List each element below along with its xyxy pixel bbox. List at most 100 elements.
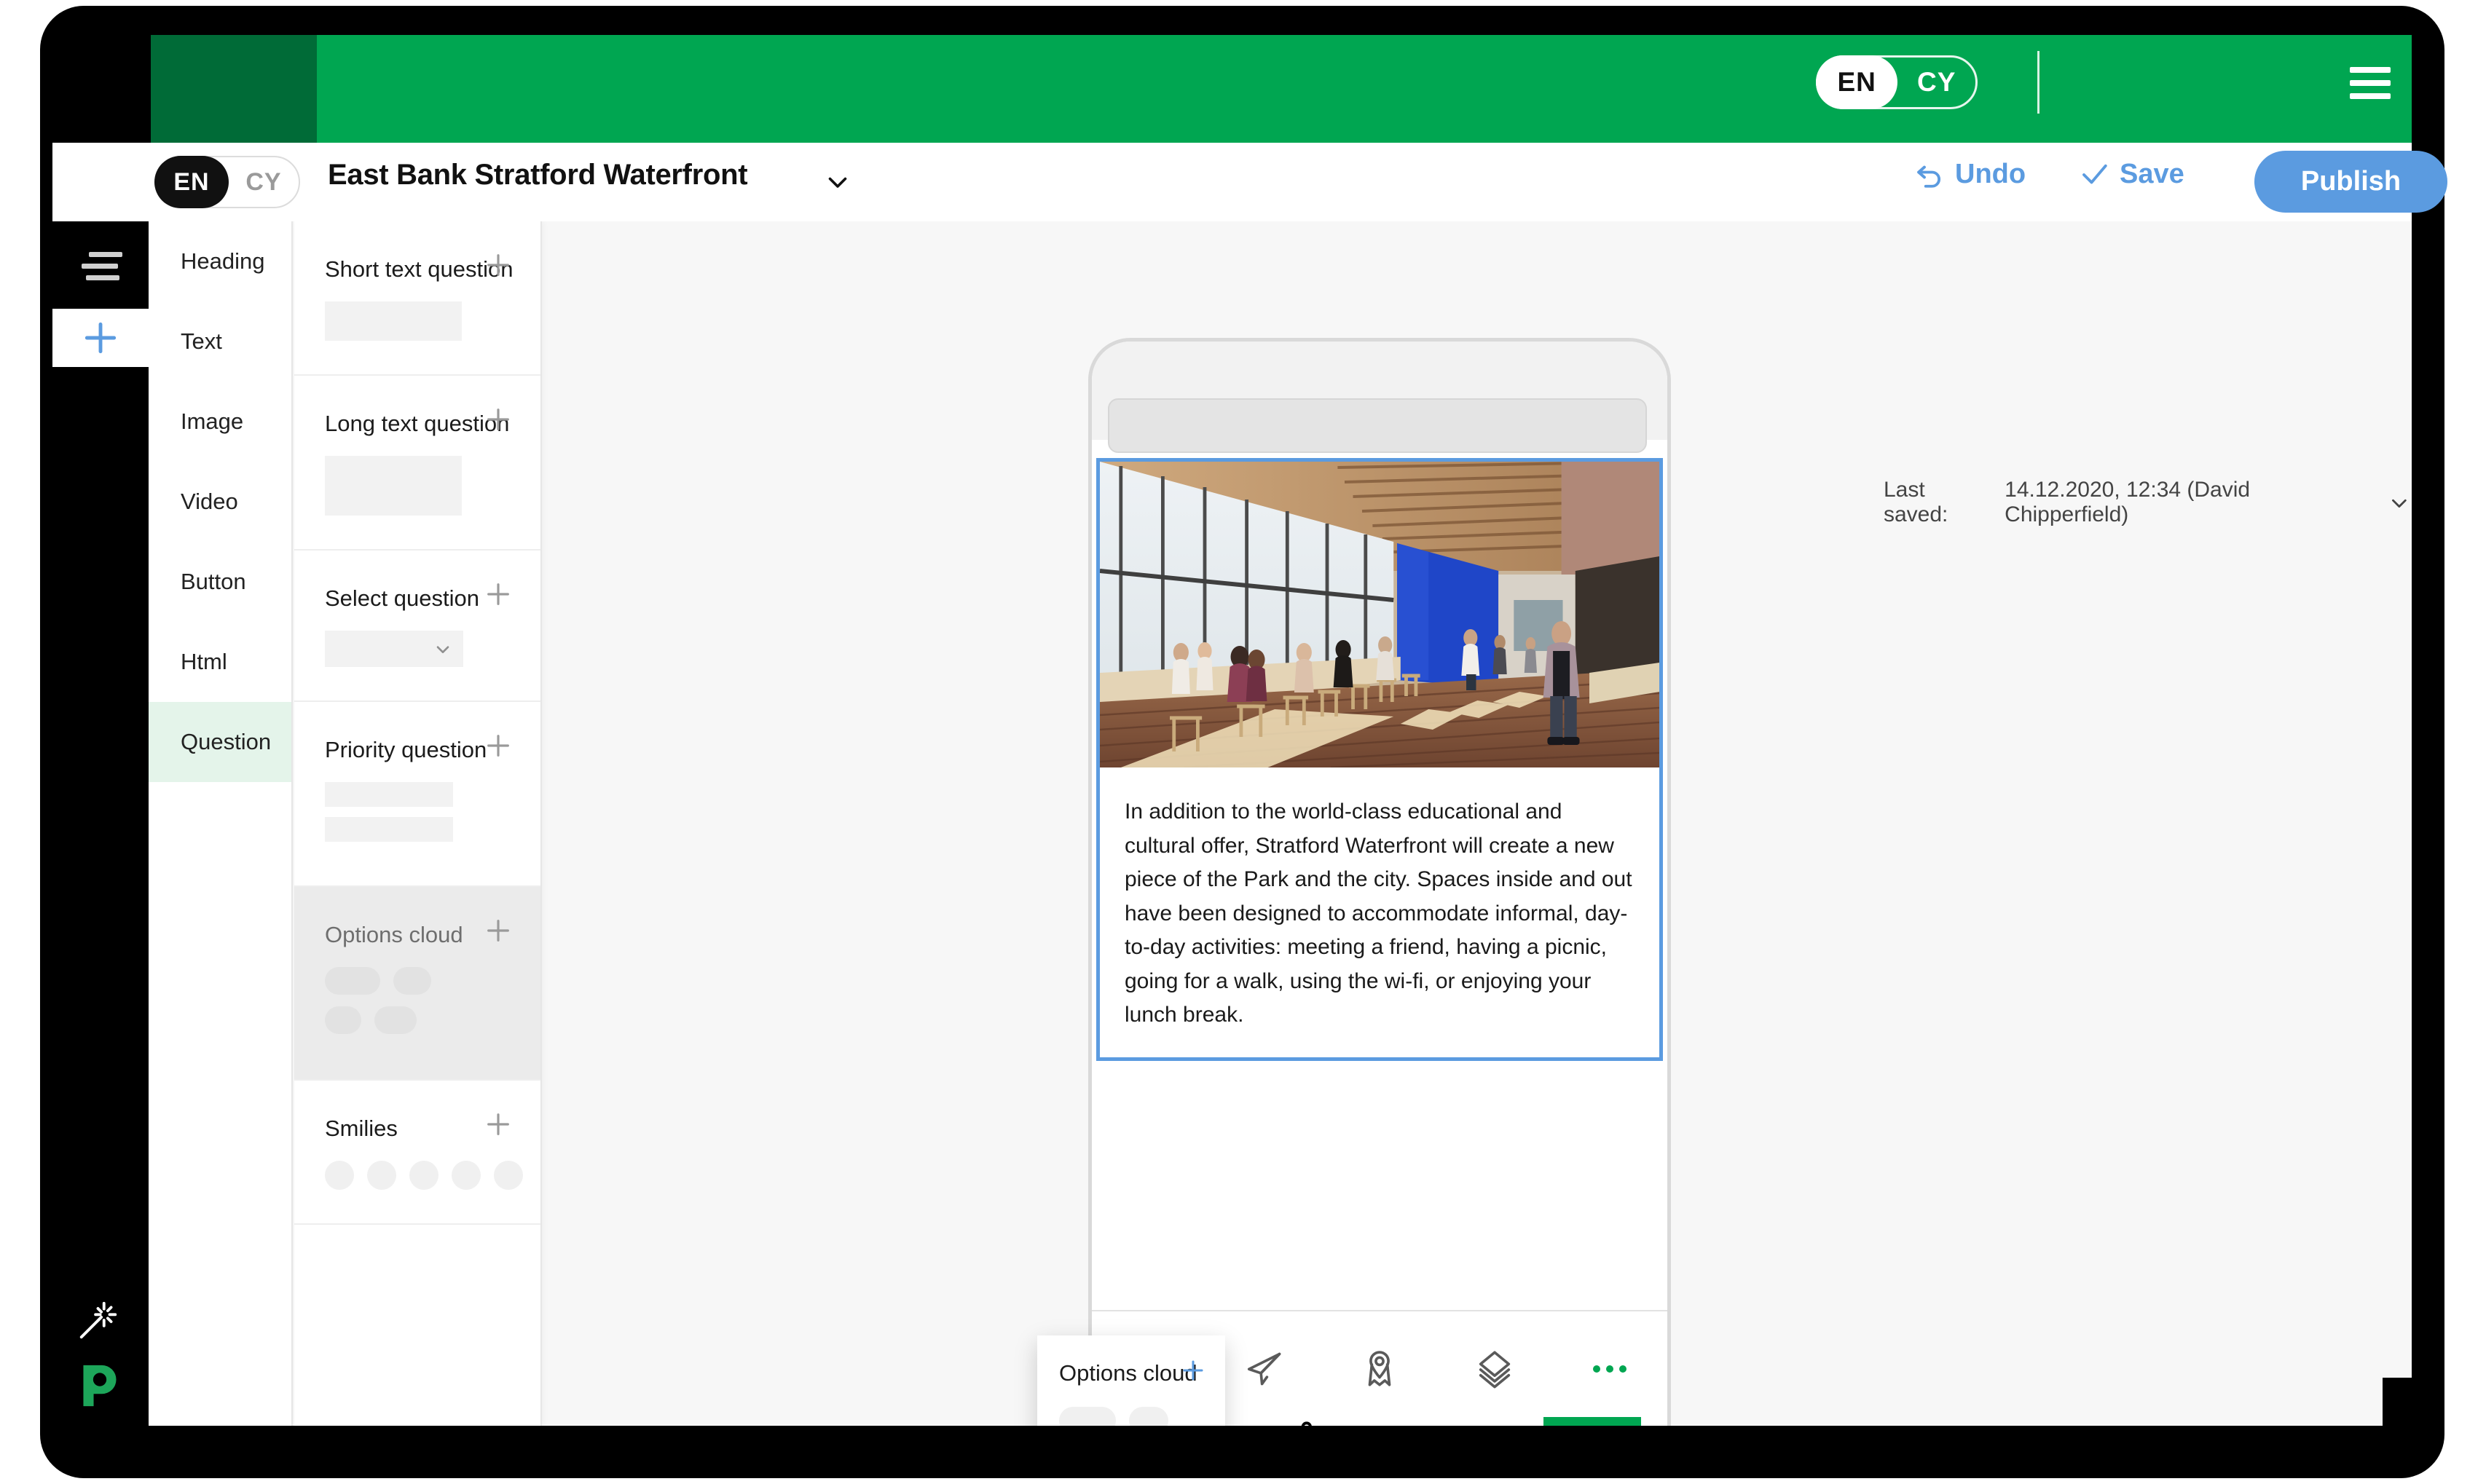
question-preview-priority-row <box>325 782 453 807</box>
plus-icon[interactable] <box>484 1110 513 1139</box>
block-item-label: Image <box>181 409 244 434</box>
hamburger-line <box>2350 93 2391 99</box>
smiley-dot <box>452 1161 481 1190</box>
left-icon-rail <box>52 221 149 1426</box>
active-tab-indicator <box>1543 1417 1641 1426</box>
mobile-preview-frame: In addition to the world-class education… <box>1088 338 1671 1426</box>
editor-language-en[interactable]: EN <box>154 156 229 208</box>
selected-content-block[interactable]: In addition to the world-class education… <box>1096 458 1663 1061</box>
block-item-label: Button <box>181 569 246 594</box>
hamburger-icon[interactable] <box>2350 67 2391 99</box>
last-saved-value: 14.12.2020, 12:34 (David Chipperfield) <box>2005 478 2251 526</box>
sidebar-item-html[interactable]: Html <box>149 622 291 702</box>
plus-icon[interactable] <box>484 405 513 434</box>
option-pill <box>1059 1407 1116 1426</box>
save-label: Save <box>2120 159 2184 189</box>
map-pin-icon <box>1368 1351 1391 1386</box>
question-preview-textarea <box>325 456 462 516</box>
sidebar-item-button[interactable]: Button <box>149 542 291 622</box>
dragged-card-title: Options cloud <box>1059 1360 1197 1386</box>
editor-language-toggle[interactable]: EN CY <box>154 156 300 208</box>
block-item-label: Question <box>181 729 272 754</box>
question-card-select[interactable]: Select question <box>294 550 540 702</box>
save-button[interactable]: Save <box>2079 159 2184 190</box>
plus-icon <box>84 322 117 354</box>
hamburger-line <box>89 252 122 257</box>
nav-item-map[interactable] <box>1322 1348 1437 1390</box>
question-card-long-text[interactable]: Long text question <box>294 376 540 550</box>
hamburger-line <box>82 264 118 269</box>
hamburger-line <box>86 275 119 280</box>
pointing-hand-cursor-icon <box>1301 1421 1312 1426</box>
option-pill-row <box>1059 1407 1168 1426</box>
editor-header: EN CY East Bank Stratford Waterfront Und… <box>52 143 2447 221</box>
block-item-label: Video <box>181 489 238 514</box>
nav-item-layers[interactable] <box>1437 1348 1552 1390</box>
chevron-down-icon <box>436 646 449 653</box>
block-item-label: Text <box>181 328 222 354</box>
plus-icon[interactable] <box>484 916 513 945</box>
chevron-down-icon[interactable] <box>825 169 851 195</box>
undo-label: Undo <box>1955 159 2026 189</box>
device-preview-tab-desktop[interactable]: Desktop <box>2383 1378 2412 1426</box>
brand-language-cy[interactable]: CY <box>1897 58 1975 107</box>
plus-icon[interactable] <box>484 580 513 609</box>
magic-wand-icon[interactable] <box>76 1298 121 1343</box>
brand-language-en[interactable]: EN <box>1816 55 1898 109</box>
question-card-short-text[interactable]: Short text question <box>294 221 540 376</box>
preview-body-text: In addition to the world-class education… <box>1125 800 1632 1027</box>
nav-item-more[interactable] <box>1552 1361 1667 1377</box>
preview-image <box>1100 462 1659 767</box>
question-card-options-cloud[interactable]: Options cloud <box>294 887 540 1081</box>
publish-button[interactable]: Publish <box>2254 151 2447 213</box>
mobile-url-bar[interactable] <box>1108 398 1647 453</box>
device-tab-label: Desktop <box>2405 1402 2412 1426</box>
undo-arrow-icon <box>1917 165 1941 188</box>
brand-logo-block <box>151 35 317 143</box>
brand-top-bar <box>151 35 2412 143</box>
sidebar-item-video[interactable]: Video <box>149 462 291 542</box>
option-pill <box>325 967 380 995</box>
page-title: East Bank Stratford Waterfront <box>328 159 748 191</box>
hamburger-icon[interactable] <box>77 252 122 281</box>
sidebar-item-question[interactable]: Question <box>149 702 291 782</box>
plus-icon[interactable] <box>1180 1357 1206 1384</box>
smiley-dot <box>325 1161 354 1190</box>
hamburger-line <box>2350 67 2391 73</box>
block-item-label: Heading <box>181 248 265 274</box>
layers-icon <box>1479 1351 1511 1389</box>
block-type-list: Heading Text Image Video Button Html Que… <box>149 221 293 1426</box>
question-preview-input <box>325 301 462 341</box>
question-card-list: Short text question Long text question S… <box>294 221 542 1426</box>
dragged-card-pills <box>1059 1407 1168 1426</box>
brand-bar-divider <box>2037 51 2039 114</box>
option-pill <box>1129 1407 1168 1426</box>
undo-button[interactable]: Undo <box>1914 159 2026 190</box>
smiley-dot <box>367 1161 396 1190</box>
paper-plane-icon <box>1247 1352 1281 1386</box>
smiley-dot <box>494 1161 523 1190</box>
question-preview-select <box>325 631 463 667</box>
question-card-priority[interactable]: Priority question <box>294 702 540 887</box>
option-pill <box>393 967 431 995</box>
more-dots-icon <box>1593 1365 1626 1373</box>
dragged-question-card[interactable]: Options cloud <box>1037 1335 1225 1426</box>
question-card-smilies[interactable]: Smilies <box>294 1081 540 1225</box>
smiley-dot <box>409 1161 438 1190</box>
question-preview-priority-row <box>325 817 453 842</box>
plus-icon[interactable] <box>484 731 513 760</box>
plus-icon[interactable] <box>484 250 513 280</box>
hamburger-line <box>2350 80 2391 86</box>
sidebar-item-image[interactable]: Image <box>149 382 291 462</box>
option-pill <box>325 1006 361 1034</box>
question-preview-smilies-row <box>325 1161 540 1190</box>
add-block-button[interactable] <box>52 309 149 367</box>
brand-language-toggle[interactable]: EN CY <box>1816 55 1978 109</box>
chevron-down-icon[interactable] <box>2387 490 2412 515</box>
sidebar-item-heading[interactable]: Heading <box>149 221 291 301</box>
last-saved-label: Last saved: <box>1884 478 1948 526</box>
option-pill <box>374 1006 417 1034</box>
sidebar-item-text[interactable]: Text <box>149 301 291 382</box>
padlet-p-logo-icon[interactable] <box>79 1363 121 1408</box>
editor-language-cy[interactable]: CY <box>229 157 299 207</box>
